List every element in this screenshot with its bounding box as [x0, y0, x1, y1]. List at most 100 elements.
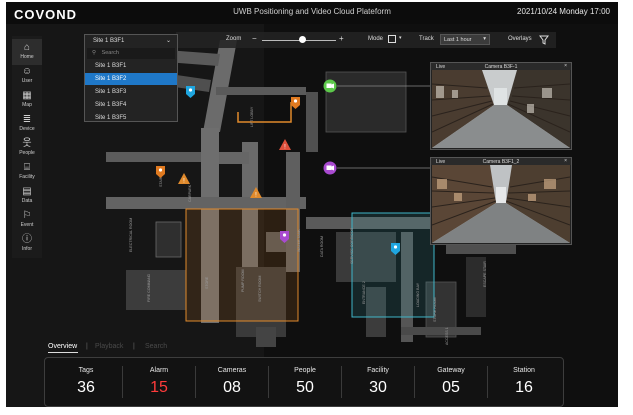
track-select[interactable]: Last 1 hour ▾	[440, 34, 490, 45]
site-selector-dropdown[interactable]: Site 1 B3F1 ⌄ ⚲ Search Site 1 B3F1 Site 1…	[84, 34, 178, 122]
device-icon: ≣	[22, 114, 32, 125]
camera-marker-purple[interactable]	[323, 161, 337, 175]
site-option[interactable]: Site 1 B3F4	[85, 99, 177, 111]
tab-separator-2: |	[133, 343, 135, 350]
map-room-label: LOADING BAY	[416, 282, 420, 307]
stats-panel: Tags 36 Alarm 15 Cameras 08 People 50 Facility 30…	[44, 357, 564, 407]
search-icon: ⚲	[92, 50, 97, 56]
sidebar-item-home[interactable]: ⌂ Home	[12, 39, 42, 65]
stat-alarm[interactable]: Alarm 15	[122, 358, 196, 406]
app-window: LIFT LOBBY STAIRS CARPARK ELECTRICAL ROOM FI…	[6, 2, 618, 407]
site-selector-current-label: Site 1 B3F1	[93, 38, 125, 44]
stat-divider	[195, 366, 196, 398]
data-icon: ▤	[22, 186, 32, 197]
active-tab-underline	[48, 352, 78, 353]
zoom-in-button[interactable]: +	[339, 34, 344, 43]
map-room-label: DATA ROOM	[320, 236, 324, 257]
stat-gateway[interactable]: Gateway 05	[414, 358, 488, 406]
stat-value: 50	[296, 379, 314, 396]
zoom-out-button[interactable]: −	[252, 34, 257, 43]
sidebar-item-infor[interactable]: ⓘ Infor	[12, 231, 42, 257]
site-option[interactable]: Site 1 B3F1	[85, 60, 177, 72]
stat-label: Facility	[367, 367, 389, 374]
event-icon: ⚐	[22, 210, 32, 221]
stat-divider	[268, 366, 269, 398]
stat-label: Tags	[78, 367, 94, 374]
camera-marker-green[interactable]	[323, 79, 337, 93]
tab-separator-1: |	[86, 343, 88, 350]
map-room-label: STORE ROOM	[433, 298, 437, 323]
sidebar-item-facility[interactable]: ⌸ Facility	[12, 159, 42, 185]
sidebar-item-map[interactable]: ▦ Map	[12, 87, 42, 113]
map-room-label: WATER TANK	[297, 229, 301, 252]
stat-value: 08	[223, 379, 241, 396]
mode-checkbox[interactable]	[388, 35, 396, 43]
camera-panel-2[interactable]: Live Camera B3F1_2 ×	[430, 157, 572, 245]
stat-cameras[interactable]: Cameras 08	[195, 358, 269, 406]
zoom-slider-handle[interactable]	[299, 36, 307, 43]
sidebar-item-user[interactable]: ☺ User	[12, 63, 42, 89]
site-option[interactable]: Site 1 B3F3	[85, 86, 177, 98]
stat-label: Gateway	[437, 367, 465, 374]
user-icon: ☺	[21, 66, 33, 77]
sidebar-item-people[interactable]: 웃 People	[12, 135, 42, 161]
sidebar-item-label: Event	[20, 222, 34, 228]
stat-tags[interactable]: Tags 36	[49, 358, 123, 406]
site-selector-current[interactable]: Site 1 B3F1 ⌄	[85, 35, 177, 47]
stat-facility[interactable]: Facility 30	[341, 358, 415, 406]
site-option[interactable]: Site 1 B3F5	[85, 112, 177, 124]
stat-label: Station	[513, 367, 535, 374]
mode-chevron-down-icon[interactable]: ▾	[399, 35, 402, 41]
facility-icon: ⌸	[24, 162, 30, 173]
camera-panel-2-header: Live Camera B3F1_2 ×	[431, 158, 571, 165]
sidebar-item-label: People	[19, 150, 35, 156]
tab-overview[interactable]: Overview	[48, 343, 77, 350]
zoom-label: Zoom	[226, 36, 242, 42]
sidebar-item-label: Map	[22, 102, 32, 108]
map-icon: ▦	[22, 90, 32, 101]
map-room-label: ENTRANCE 2	[362, 281, 366, 304]
camera-2-video-feed[interactable]	[432, 165, 570, 243]
stat-divider	[341, 366, 342, 398]
stat-label: Alarm	[149, 367, 169, 374]
map-toolbar: Zoom − + Mode ▾ Track Last 1 hour ▾ Over…	[176, 32, 556, 48]
stat-value: 30	[369, 379, 387, 396]
sidebar-item-device[interactable]: ≣ Device	[12, 111, 42, 137]
stat-divider	[487, 366, 488, 398]
stat-people[interactable]: People 50	[268, 358, 342, 406]
camera-2-close-button[interactable]: ×	[564, 158, 567, 164]
tab-search[interactable]: Search	[145, 343, 167, 350]
stat-label: Cameras	[217, 367, 247, 374]
map-room-label: PUMP ROOM	[241, 269, 245, 292]
sidebar-nav: ⌂ Home ☺ User ▦ Map ≣ Device 웃 People ⌸ Facility ▤ Da…	[12, 36, 42, 258]
site-search-input[interactable]: ⚲ Search	[87, 48, 175, 59]
stat-label: People	[294, 367, 316, 374]
filter-icon[interactable]	[539, 35, 549, 45]
stat-station[interactable]: Station 16	[487, 358, 561, 406]
site-selector-chevron-icon: ⌄	[165, 38, 171, 44]
stat-value: 15	[150, 379, 168, 396]
map-room-label: FIRE COMMAND	[147, 273, 151, 302]
sidebar-item-data[interactable]: ▤ Data	[12, 183, 42, 209]
map-room-label: CARPARK	[188, 184, 192, 202]
track-select-value: Last 1 hour	[444, 37, 472, 43]
stat-value: 05	[442, 379, 460, 396]
map-room-label: LIFT LOBBY	[250, 106, 254, 127]
sidebar-item-label: Infor	[21, 246, 32, 252]
camera-panel-1-header: Live Camera B3F-1 ×	[431, 63, 571, 70]
track-chevron-down-icon: ▾	[483, 36, 486, 42]
sidebar-item-label: Home	[20, 54, 34, 60]
stat-value: 36	[77, 379, 95, 396]
site-search-placeholder: Search	[101, 50, 119, 56]
home-icon: ⌂	[23, 42, 31, 53]
camera-1-video-feed[interactable]	[432, 70, 570, 148]
map-room-label: STORE	[205, 276, 209, 289]
tab-playback[interactable]: Playback	[95, 343, 123, 350]
map-room-label: SWITCH ROOM	[258, 276, 262, 302]
track-label: Track	[419, 36, 434, 42]
sidebar-item-label: User	[21, 78, 33, 84]
camera-1-close-button[interactable]: ×	[564, 63, 567, 69]
sidebar-item-event[interactable]: ⚐ Event	[12, 207, 42, 233]
site-option[interactable]: Site 1 B3F2	[85, 73, 177, 85]
camera-panel-1[interactable]: Live Camera B3F-1 ×	[430, 62, 572, 150]
